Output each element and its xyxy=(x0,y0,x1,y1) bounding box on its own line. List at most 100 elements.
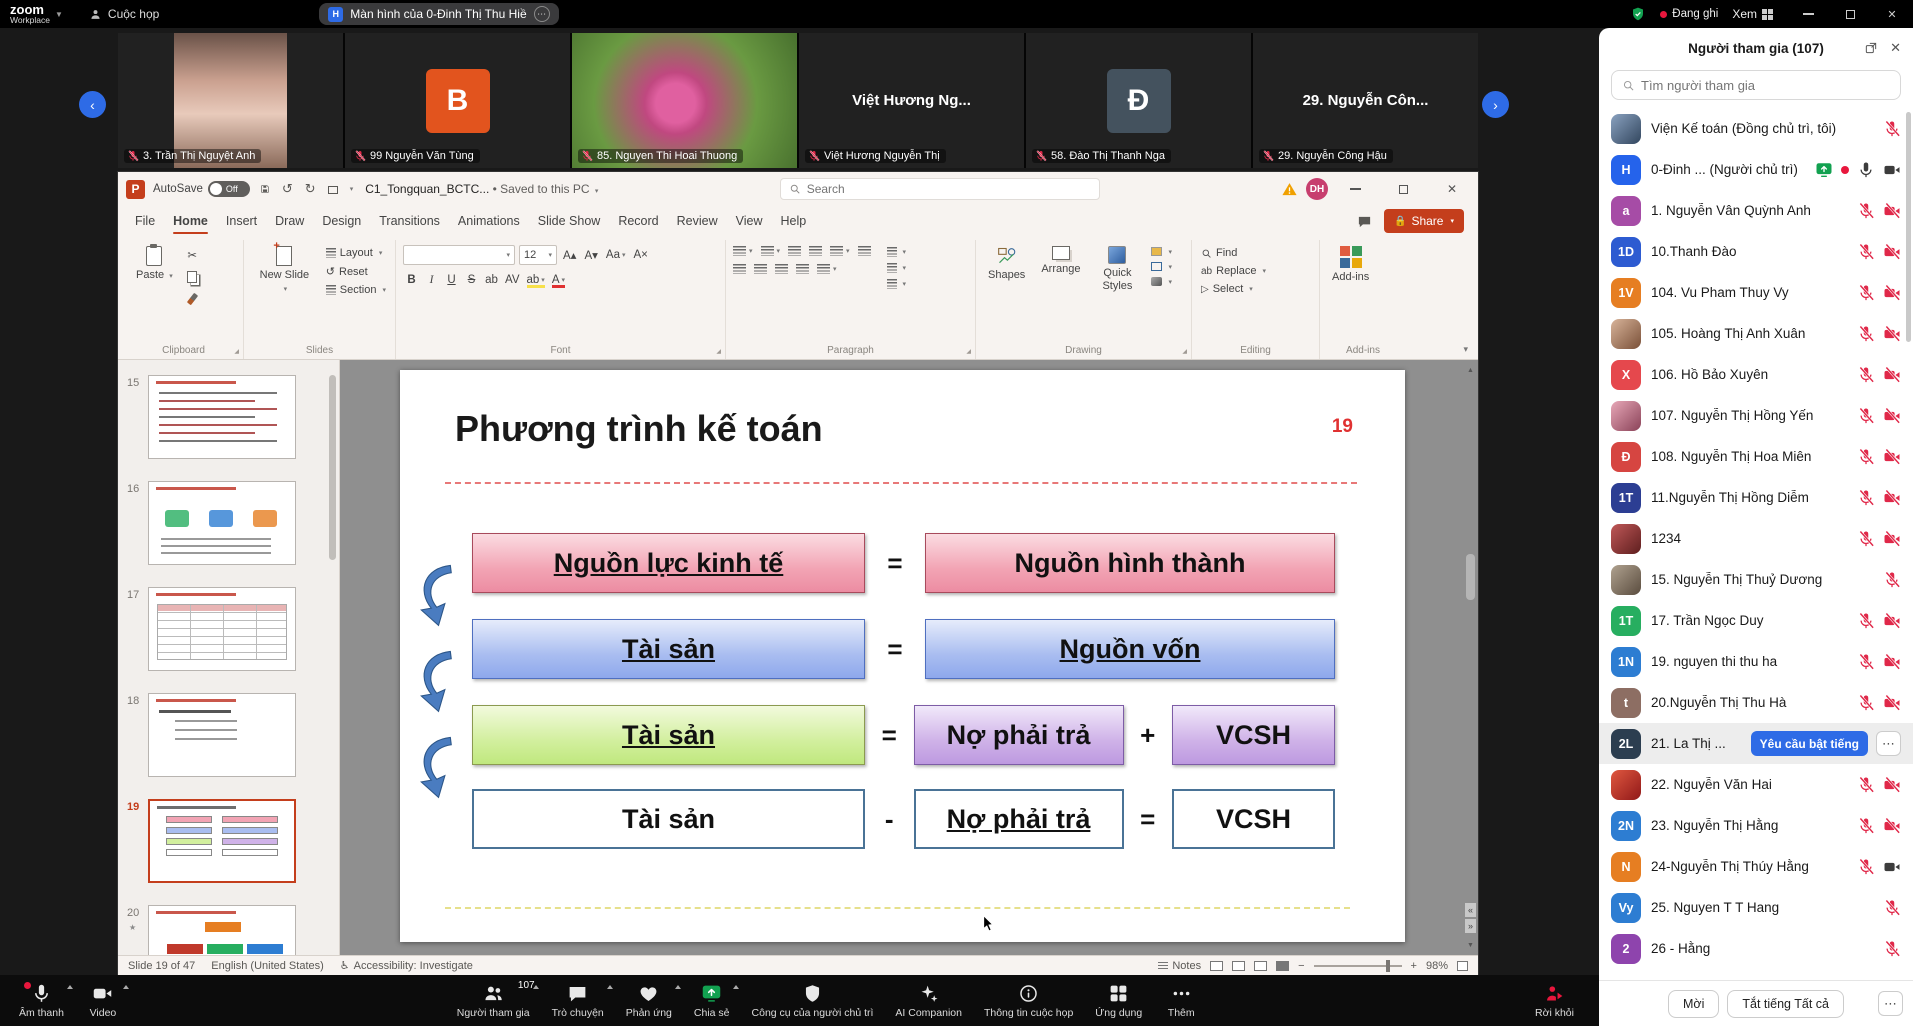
menu-item-slide-show[interactable]: Slide Show xyxy=(529,209,610,233)
new-slide-button[interactable]: New Slide ▾ xyxy=(251,242,318,341)
close-button[interactable]: ✕ xyxy=(1871,0,1913,28)
copy-button[interactable] xyxy=(184,268,201,286)
participant-row[interactable]: 1T17. Trần Ngọc Duy xyxy=(1599,600,1913,641)
strikethrough-button[interactable]: S xyxy=(463,271,480,289)
cut-button[interactable]: ✂ xyxy=(184,246,201,264)
participant-row[interactable]: 1T11.Nguyễn Thị Hồng Diễm xyxy=(1599,477,1913,518)
close-panel-icon[interactable]: ✕ xyxy=(1890,40,1901,56)
invite-button[interactable]: Mời xyxy=(1668,990,1719,1018)
pop-out-icon[interactable] xyxy=(1864,41,1878,55)
minimize-button[interactable] xyxy=(1787,0,1829,28)
quick-styles-button[interactable]: Quick Styles xyxy=(1091,242,1143,341)
video-tile[interactable]: 3. Trần Thị Nguyệt Anh xyxy=(118,33,343,168)
scrollbar-thumb[interactable] xyxy=(1466,554,1475,600)
more-icon[interactable]: ⋯ xyxy=(534,6,550,22)
toolbar-th-ng-tin-cu-c-h-p[interactable]: Thông tin cuộc họp xyxy=(973,975,1084,1026)
reading-view-button[interactable] xyxy=(1254,961,1267,971)
toolbar-r-i-kh-i[interactable]: Rời khỏi xyxy=(1524,975,1585,1026)
bold-button[interactable]: B xyxy=(403,271,420,289)
save-icon[interactable] xyxy=(258,182,272,196)
participant-row[interactable]: 226 - Hằng xyxy=(1599,928,1913,969)
line-spacing-button[interactable]: ▾ xyxy=(830,246,850,256)
participant-search-input[interactable] xyxy=(1641,78,1890,93)
equation-box[interactable]: Nợ phải trả xyxy=(914,705,1124,765)
find-button[interactable]: Find xyxy=(1199,246,1268,260)
quick-access-caret-icon[interactable]: ▾ xyxy=(350,185,354,193)
shape-outline-button[interactable]: ▾ xyxy=(1149,261,1174,272)
layout-button[interactable]: Layout▾ xyxy=(324,246,388,260)
shape-fill-button[interactable]: ▾ xyxy=(1149,246,1174,257)
italic-button[interactable]: I xyxy=(423,271,440,289)
text-shadow-button[interactable]: ab xyxy=(483,271,500,289)
numbering-button[interactable]: ▾ xyxy=(761,246,781,256)
select-button[interactable]: ▷Select▾ xyxy=(1199,282,1268,296)
section-button[interactable]: Section▾ xyxy=(324,283,388,297)
undo-icon[interactable]: ↺ xyxy=(280,181,295,197)
addins-button[interactable]: Add-ins xyxy=(1327,242,1374,341)
video-tile[interactable]: Việt Hương Ng...Việt Hương Nguyễn Thị xyxy=(799,33,1024,168)
participant-row[interactable]: Viện Kế toán (Đồng chủ trì, tôi) xyxy=(1599,108,1913,149)
slide-thumbnail[interactable] xyxy=(148,481,296,565)
participant-row[interactable]: 15. Nguyễn Thị Thuỷ Dương xyxy=(1599,559,1913,600)
accessibility-status[interactable]: ♿Accessibility: Investigate xyxy=(340,959,473,972)
align-left-button[interactable] xyxy=(733,264,746,274)
warning-icon[interactable] xyxy=(1281,181,1298,198)
equation-box[interactable]: Nợ phải trả xyxy=(914,789,1124,849)
format-painter-button[interactable] xyxy=(184,290,201,308)
previous-videos-button[interactable]: ‹ xyxy=(79,91,106,118)
participant-row[interactable]: 107. Nguyễn Thị Hồng Yến xyxy=(1599,395,1913,436)
video-tile[interactable]: 29. Nguyễn Côn...29. Nguyễn Công Hậu xyxy=(1253,33,1478,168)
menu-item-help[interactable]: Help xyxy=(771,209,815,233)
fit-to-window-button[interactable] xyxy=(1457,961,1468,971)
request-unmute-button[interactable]: Yêu cầu bật tiếng xyxy=(1751,731,1868,756)
participant-row[interactable]: t20.Nguyễn Thị Thu Hà xyxy=(1599,682,1913,723)
user-avatar[interactable]: DH xyxy=(1306,178,1328,200)
slide-indicator[interactable]: Slide 19 of 47 xyxy=(128,960,195,972)
equation-box[interactable]: Nguồn hình thành xyxy=(925,533,1335,593)
equation-box[interactable]: Nguồn vốn xyxy=(925,619,1335,679)
slide-scrollbar[interactable]: ▲ « » ▼ xyxy=(1465,364,1476,951)
ppt-maximize-button[interactable] xyxy=(1384,172,1424,206)
menu-item-draw[interactable]: Draw xyxy=(266,209,313,233)
participant-row[interactable]: Vy25. Nguyen T T Hang xyxy=(1599,887,1913,928)
equation-box[interactable]: Nguồn lực kinh tế xyxy=(472,533,865,593)
zoom-slider[interactable] xyxy=(1314,965,1402,967)
equation-box[interactable]: Tài sản xyxy=(472,619,865,679)
indent-decrease-button[interactable] xyxy=(788,246,801,256)
bullets-button[interactable]: ▾ xyxy=(733,246,753,256)
video-tile[interactable]: 85. Nguyen Thi Hoai Thuong xyxy=(572,33,797,168)
share-button[interactable]: 🔒Share▾ xyxy=(1384,209,1464,233)
menu-item-design[interactable]: Design xyxy=(313,209,370,233)
maximize-button[interactable] xyxy=(1829,0,1871,28)
participant-row[interactable]: H0-Đinh ... (Người chủ trì) xyxy=(1599,149,1913,190)
dialog-launcher-icon[interactable]: ◢ xyxy=(234,348,239,355)
menu-item-home[interactable]: Home xyxy=(164,209,217,233)
text-direction-button[interactable]: ▾ xyxy=(885,246,909,258)
toolbar-ng-i-tham-gia[interactable]: Người tham gia107 xyxy=(446,975,541,1026)
character-spacing-button[interactable]: AV xyxy=(503,271,522,289)
participant-row[interactable]: X106. Hồ Bảo Xuyên xyxy=(1599,354,1913,395)
toolbar-video[interactable]: Video xyxy=(75,975,131,1026)
participant-row[interactable]: a1. Nguyễn Vân Quỳnh Anh xyxy=(1599,190,1913,231)
justify-button[interactable] xyxy=(796,264,809,274)
thumbnails-scrollbar[interactable] xyxy=(329,375,336,560)
replace-button[interactable]: abReplace▾ xyxy=(1199,264,1268,278)
menu-item-animations[interactable]: Animations xyxy=(449,209,529,233)
participant-row[interactable]: N24-Nguyễn Thị Thúy Hằng xyxy=(1599,846,1913,887)
align-right-button[interactable] xyxy=(775,264,788,274)
toolbar--ng-d-ng[interactable]: Ứng dụng xyxy=(1084,975,1153,1026)
zoom-level[interactable]: 98% xyxy=(1426,960,1448,972)
toolbar-ph-n-ng[interactable]: Phản ứng xyxy=(615,975,683,1026)
chevron-down-icon[interactable]: ▼ xyxy=(55,10,63,19)
clear-formatting-button[interactable]: A× xyxy=(632,246,650,264)
decrease-font-button[interactable]: A▾ xyxy=(582,246,599,264)
underline-button[interactable]: U xyxy=(443,271,460,289)
convert-smartart-button[interactable]: ▾ xyxy=(885,278,909,290)
slideshow-button[interactable] xyxy=(1276,961,1289,971)
increase-font-button[interactable]: A▴ xyxy=(561,246,578,264)
video-tile[interactable]: Đ58. Đào Thị Thanh Nga xyxy=(1026,33,1251,168)
menu-item-transitions[interactable]: Transitions xyxy=(370,209,449,233)
reset-button[interactable]: ↺ Reset xyxy=(324,264,388,279)
distribute-button[interactable]: ▾ xyxy=(817,264,837,274)
menu-item-file[interactable]: File xyxy=(126,209,164,233)
